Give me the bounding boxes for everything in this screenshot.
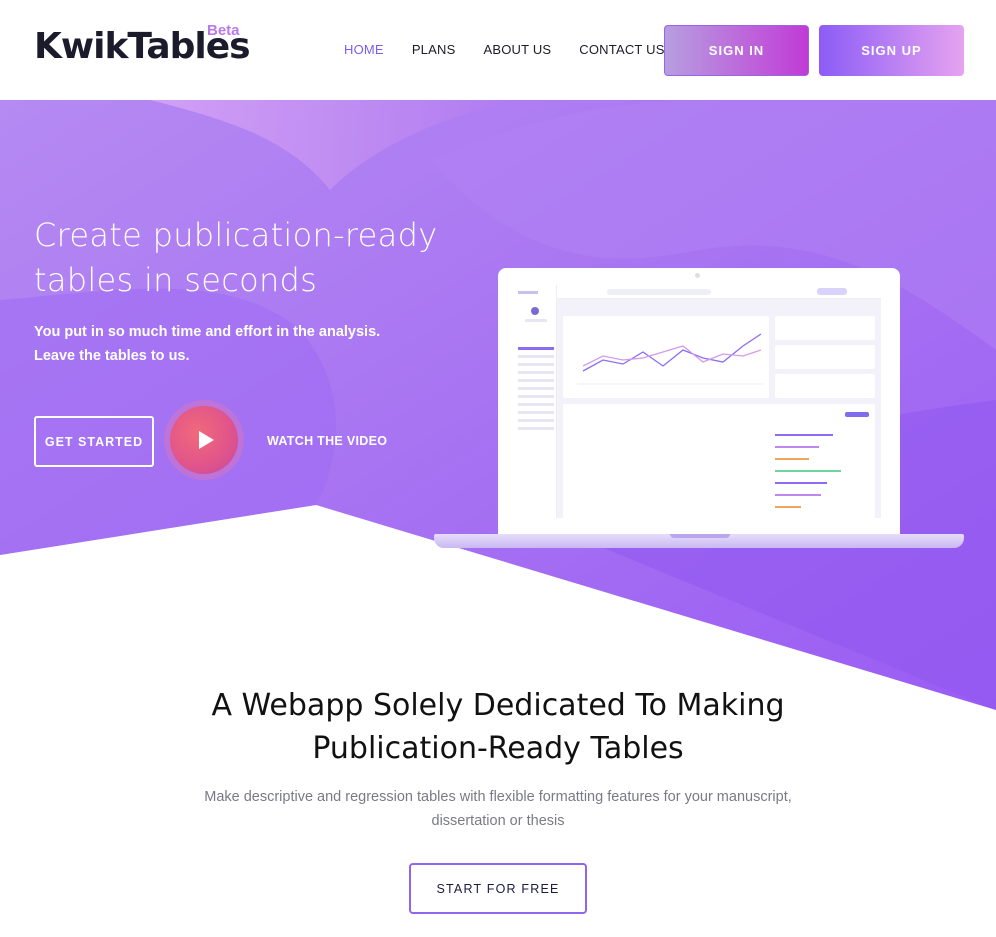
start-for-free-button[interactable]: START FOR FREE bbox=[409, 863, 587, 914]
nav-about-us[interactable]: ABOUT US bbox=[483, 42, 551, 57]
play-video-button[interactable] bbox=[170, 406, 238, 474]
preview-sidebar bbox=[515, 285, 557, 518]
main-nav: HOME PLANS ABOUT US CONTACT US bbox=[344, 42, 693, 57]
preview-total-visits bbox=[775, 316, 875, 340]
preview-chart-card bbox=[563, 316, 769, 398]
hero-subtitle-line-2: Leave the tables to us. bbox=[34, 348, 190, 364]
play-icon bbox=[198, 431, 214, 449]
feature-title-line-2: Publication-Ready Tables bbox=[312, 731, 684, 766]
nav-home[interactable]: HOME bbox=[344, 42, 384, 57]
laptop-screen-frame bbox=[498, 268, 900, 536]
preview-topbar bbox=[557, 285, 881, 299]
hero-title-line-1: Create publication-ready bbox=[34, 216, 438, 254]
camera-dot bbox=[695, 273, 700, 278]
nav-plans[interactable]: PLANS bbox=[412, 42, 456, 57]
watch-video-link[interactable]: WATCH THE VIDEO bbox=[267, 434, 387, 448]
sign-up-button[interactable]: SIGN UP bbox=[819, 25, 964, 76]
dashboard-preview-image bbox=[515, 285, 881, 518]
feature-description-line-2: dissertation or thesis bbox=[431, 813, 565, 829]
site-header: KwikTables Beta HOME PLANS ABOUT US CONT… bbox=[0, 0, 996, 100]
hero-subtitle: You put in so much time and effort in th… bbox=[34, 320, 394, 368]
preview-bounce-rate bbox=[775, 345, 875, 369]
hero-section: Create publication-ready tables in secon… bbox=[0, 100, 996, 720]
preview-countries-table bbox=[563, 404, 875, 518]
feature-description: Make descriptive and regression tables w… bbox=[198, 785, 798, 833]
hero-title: Create publication-ready tables in secon… bbox=[34, 213, 454, 303]
preview-page-views bbox=[775, 374, 875, 398]
hero-title-line-2: tables in seconds bbox=[34, 261, 318, 299]
nav-contact-us[interactable]: CONTACT US bbox=[579, 42, 664, 57]
sign-in-button[interactable]: SIGN IN bbox=[664, 25, 809, 76]
feature-description-line-1: Make descriptive and regression tables w… bbox=[204, 789, 792, 805]
feature-title-line-1: A Webapp Solely Dedicated To Making bbox=[211, 688, 785, 723]
laptop-notch bbox=[670, 534, 730, 538]
get-started-button[interactable]: GET STARTED bbox=[34, 416, 154, 467]
beta-badge: Beta bbox=[207, 22, 240, 39]
feature-title: A Webapp Solely Dedicated To Making Publ… bbox=[0, 684, 996, 770]
hero-subtitle-line-1: You put in so much time and effort in th… bbox=[34, 324, 381, 340]
